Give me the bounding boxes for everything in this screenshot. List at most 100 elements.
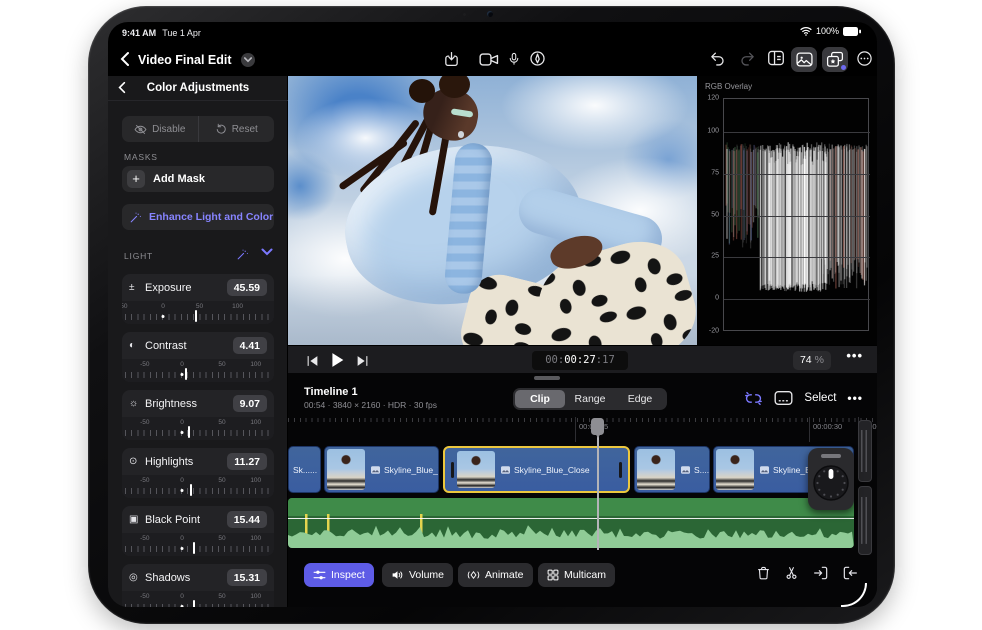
tick-label: 50 [218, 593, 225, 600]
track-height-video[interactable] [858, 420, 872, 482]
add-mask-button[interactable]: + Add Mask [122, 166, 274, 192]
slider-value[interactable]: 15.44 [227, 511, 267, 528]
timecode-display[interactable]: 00:00:27:17 [532, 351, 628, 370]
slider-shadows[interactable]: ◎ Shadows 15.31 -50050100 [122, 564, 274, 607]
magnetic-timeline-icon[interactable] [744, 391, 763, 406]
title-chevron-down-icon[interactable] [241, 53, 255, 67]
track-height-control[interactable] [858, 420, 872, 555]
jog-wheel-panel[interactable] [808, 448, 854, 510]
back-chevron-icon[interactable] [120, 51, 130, 72]
timeline-more-button[interactable]: ••• [847, 391, 863, 405]
playhead-handle[interactable] [591, 418, 604, 435]
slider-value[interactable]: 4.41 [233, 337, 267, 354]
scope-axis-label: 25 [697, 253, 719, 260]
project-title[interactable]: Video Final Edit [138, 53, 232, 67]
jog-dial[interactable] [811, 463, 851, 503]
slider-exposure[interactable]: ± Exposure 45.59 -50050100 [122, 274, 274, 324]
mode-range-button[interactable]: Range [565, 390, 615, 408]
jog-grip-handle[interactable] [821, 454, 841, 458]
multicam-button[interactable]: Multicam [538, 563, 615, 587]
timeline-ruler[interactable]: 00:00:15 00:00:30 00:00:45 [288, 417, 877, 442]
slider-value[interactable]: 15.31 [227, 569, 267, 586]
mode-edge-button[interactable]: Edge [615, 390, 665, 408]
undo-icon[interactable] [709, 50, 726, 67]
select-button[interactable]: Select [804, 392, 836, 404]
slider-ruler[interactable]: -50050100 [122, 359, 274, 382]
volume-line[interactable] [288, 518, 854, 519]
tick-label: 0 [180, 593, 184, 600]
tick-label: 50 [218, 419, 225, 426]
trash-icon[interactable] [756, 565, 771, 586]
viewer-more-button[interactable]: ••• [846, 348, 863, 363]
clip-skyline-blue-close-selected[interactable]: Skyline_Blue_Close [443, 446, 630, 493]
clip-label: Skyline_Blue_Wide [384, 465, 439, 475]
disable-button[interactable]: Disable [122, 116, 199, 142]
slider-playhead [193, 600, 195, 607]
tick-label: 0 [180, 419, 184, 426]
slider-ruler[interactable]: -50050100 [122, 591, 274, 607]
trim-handle-right[interactable] [619, 462, 622, 478]
timeline-area: Timeline 1 00:54 · 3840 × 2160 · HDR · 3… [288, 373, 877, 607]
media-icon [501, 466, 510, 474]
browser-panel-icon[interactable] [767, 50, 785, 66]
bezel-mic-dot [463, 13, 466, 16]
slider-value[interactable]: 9.07 [233, 395, 267, 412]
timecode-min-sec: 00:27 [564, 354, 596, 366]
pencil-tools-icon[interactable] [529, 50, 546, 67]
volume-button[interactable]: Volume [382, 563, 453, 587]
mode-clip-button[interactable]: Clip [515, 390, 565, 408]
slider-ruler[interactable]: -50050100 [122, 475, 274, 498]
black-point-icon: ▣ [129, 514, 142, 525]
tick-label: 50 [196, 303, 203, 310]
cloud [501, 76, 689, 151]
timeline-overview-icon[interactable] [774, 390, 793, 406]
track-height-audio[interactable] [858, 486, 872, 555]
audio-track-clip[interactable] [288, 498, 854, 548]
viewer-zoom-control[interactable]: 74% [793, 351, 831, 370]
previous-frame-icon[interactable] [306, 354, 319, 372]
slider-ruler[interactable]: -50050100 [122, 301, 274, 324]
clip-skyline-blue-wide[interactable]: Skyline_Blue_Wide [324, 446, 439, 493]
next-frame-icon[interactable] [356, 354, 369, 372]
slider-value[interactable]: 45.59 [227, 279, 267, 296]
scope-axis-label: 120 [697, 95, 719, 102]
tick-label: 0 [180, 535, 184, 542]
insert-clip-icon[interactable] [813, 565, 829, 586]
panel-resize-handle[interactable] [534, 376, 560, 380]
light-collapse-chevron-icon[interactable] [261, 248, 273, 256]
play-icon[interactable] [330, 352, 345, 373]
microphone-icon[interactable] [507, 50, 521, 68]
timeline-name: Timeline 1 [304, 386, 358, 398]
light-wand-icon[interactable] [236, 248, 249, 261]
trim-handle-left[interactable] [451, 462, 454, 478]
clip-skyline-partial[interactable]: Sk...... [288, 446, 321, 493]
plus-icon: + [127, 170, 145, 188]
clip-skyline-partial-2[interactable]: S...... [634, 446, 710, 493]
slider-ruler[interactable]: -50050100 [122, 417, 274, 440]
slider-ruler[interactable]: -50050100 [122, 533, 274, 556]
reset-button[interactable]: Reset [199, 116, 275, 142]
export-icon[interactable] [443, 50, 460, 68]
animate-button[interactable]: Animate [458, 563, 533, 587]
more-circle-icon[interactable] [856, 50, 873, 67]
slider-brightness[interactable]: ☼ Brightness 9.07 -50050100 [122, 390, 274, 440]
slider-zero-dot [181, 489, 184, 492]
photos-media-tile[interactable] [791, 47, 817, 72]
blade-split-icon[interactable] [784, 565, 799, 586]
tick-label: 0 [161, 303, 165, 310]
tick-label: 50 [218, 361, 225, 368]
transport-bar: 00:00:27:17 74% ••• [288, 345, 877, 373]
slider-black-point[interactable]: ▣ Black Point 15.44 -50050100 [122, 506, 274, 556]
clip-label: Skyline_Blue_Close [514, 465, 590, 475]
record-video-icon[interactable] [479, 52, 499, 67]
projects-tile[interactable] [822, 47, 848, 72]
slider-highlights[interactable]: ⊙ Highlights 11.27 -50050100 [122, 448, 274, 498]
bezel-camera-dot [487, 11, 493, 17]
slider-contrast[interactable]: ◐ Contrast 4.41 -50050100 [122, 332, 274, 382]
scope-axis-label: 75 [697, 169, 719, 176]
inspect-button[interactable]: Inspect [304, 563, 374, 587]
shadows-icon: ◎ [129, 572, 142, 583]
slider-label: Exposure [145, 282, 227, 294]
slider-value[interactable]: 11.27 [227, 453, 267, 470]
enhance-light-color-button[interactable]: Enhance Light and Color [122, 204, 274, 230]
